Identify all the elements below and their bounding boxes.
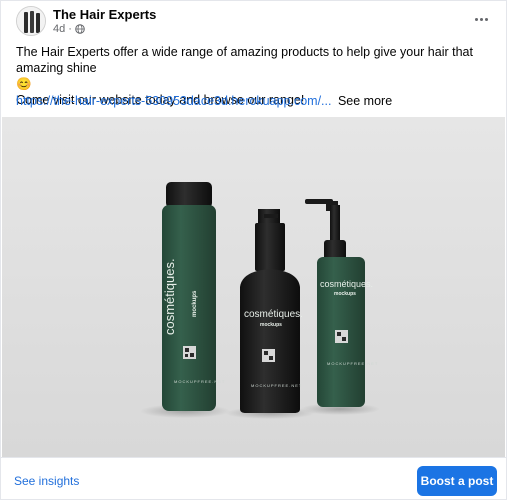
bottle1-small: MOCKUPFREE.NET — [174, 379, 226, 384]
page-name[interactable]: The Hair Experts — [53, 7, 156, 22]
see-more-button[interactable]: See more — [338, 94, 392, 108]
post-card: The Hair Experts 4d · The Hair Experts o… — [0, 0, 507, 500]
bottle1-brand: cosmétiques. — [162, 258, 177, 335]
post-time[interactable]: 4d — [53, 23, 65, 35]
see-insights-link[interactable]: See insights — [14, 474, 79, 488]
avatar-logo — [17, 7, 45, 35]
post-text-line1: The Hair Experts offer a wide range of a… — [16, 45, 473, 75]
bottle2-small: MOCKUPFREE.NET — [251, 383, 303, 388]
post-image[interactable]: cosmétiques. mockups MOCKUPFREE.NET cosm… — [2, 117, 505, 457]
link-row: https://the-hair-experts-530953dace3d.he… — [16, 94, 392, 108]
bottle2-sub: mockups — [260, 322, 282, 328]
meta-separator: · — [68, 23, 72, 35]
bottle3-small: MOCKUPFREE.NET — [327, 361, 379, 366]
bottle3-brand: cosmétiques. — [320, 279, 374, 289]
more-dot — [484, 17, 488, 21]
bottle1-sub: mockups — [192, 290, 198, 317]
product-photo — [2, 117, 505, 457]
bottle3-sub: mockups — [334, 291, 356, 297]
bottle2-brand: cosmétiques. — [244, 309, 303, 320]
website-link[interactable]: https://the-hair-experts-530953dace3d.he… — [16, 94, 331, 108]
page-avatar[interactable] — [16, 6, 46, 36]
post-header: The Hair Experts 4d · — [1, 1, 506, 41]
post-footer: See insights Boost a post — [1, 457, 506, 501]
more-dot — [479, 17, 483, 21]
post-emoji: 😊 — [16, 77, 32, 91]
globe-icon — [75, 24, 85, 34]
post-meta: 4d · — [53, 23, 85, 35]
more-options-button[interactable] — [468, 9, 494, 29]
more-dots-icon — [474, 17, 478, 21]
boost-post-button[interactable]: Boost a post — [417, 466, 497, 496]
